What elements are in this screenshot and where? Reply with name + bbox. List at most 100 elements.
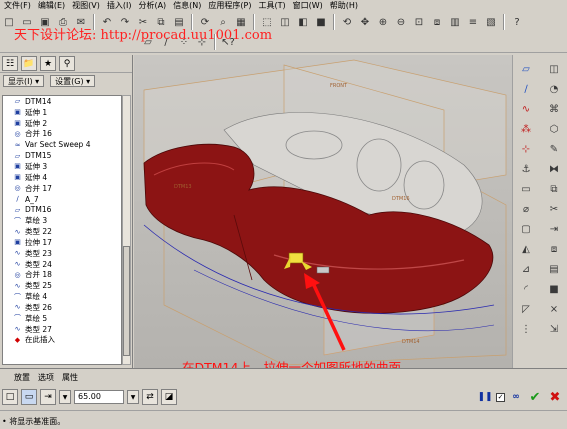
- project-tool-icon[interactable]: ⇲: [546, 321, 563, 337]
- sketch-curve-tool-icon[interactable]: ∿: [518, 101, 535, 117]
- tree-item[interactable]: ◎ 合并 17: [3, 183, 121, 194]
- tree-item[interactable]: ▣ 延伸 1: [3, 107, 121, 118]
- menu-view[interactable]: 视图(V): [70, 0, 105, 11]
- saved-views-icon[interactable]: ▥: [447, 14, 463, 30]
- chamfer-tool-icon[interactable]: ◸: [518, 301, 535, 317]
- context-help-icon[interactable]: ?: [509, 14, 525, 30]
- settings-menu-button[interactable]: 设置(G) ▾: [50, 75, 96, 87]
- menu-edit[interactable]: 编辑(E): [36, 0, 70, 11]
- pause-icon[interactable]: ❚❚: [477, 389, 492, 405]
- merge-tool-icon[interactable]: ⧉: [546, 181, 563, 197]
- tree-item[interactable]: ∿ 类型 26: [3, 302, 121, 313]
- extrude-tool-icon[interactable]: ◫: [546, 61, 563, 77]
- analysis-tool-icon[interactable]: ⚓: [518, 161, 535, 177]
- tab-options[interactable]: 选项: [38, 372, 54, 383]
- variable-sweep-tool-icon[interactable]: ⌘: [546, 101, 563, 117]
- zoom-in-icon[interactable]: ⊕: [375, 14, 391, 30]
- preview-checkbox[interactable]: ✓: [496, 392, 505, 402]
- no-hidden-icon[interactable]: ◧: [295, 14, 311, 30]
- tree-item[interactable]: ∿ 类型 23: [3, 248, 121, 259]
- tree-item[interactable]: ◆ 在此插入: [3, 335, 121, 346]
- tree-item[interactable]: ▣ 延伸 4: [3, 172, 121, 183]
- tree-item[interactable]: ▣ 延伸 3: [3, 161, 121, 172]
- model-tree-tab-icon[interactable]: ☷: [2, 56, 18, 71]
- tree-item[interactable]: ⌒ 草绘 4: [3, 291, 121, 302]
- depth-option-icon[interactable]: ⇥: [40, 389, 56, 405]
- tree-item[interactable]: ▣ 拉伸 17: [3, 237, 121, 248]
- menu-tools[interactable]: 工具(T): [257, 0, 291, 11]
- draft-tool-icon[interactable]: ⊿: [518, 261, 535, 277]
- tree-item[interactable]: ⌒ 草绘 5: [3, 313, 121, 324]
- hidden-line-icon[interactable]: ◫: [277, 14, 293, 30]
- shading-icon[interactable]: ■: [313, 14, 329, 30]
- remove-material-icon[interactable]: ◪: [161, 389, 177, 405]
- repaint-icon[interactable]: ⟲: [339, 14, 355, 30]
- tree-item[interactable]: ▱ DTM14: [3, 96, 121, 107]
- boundary-blend-tool-icon[interactable]: ⬡: [546, 121, 563, 137]
- tree-scrollbar-thumb[interactable]: [123, 246, 130, 356]
- depth-input[interactable]: 65.00: [74, 390, 124, 404]
- zoom-out-icon[interactable]: ⊖: [393, 14, 409, 30]
- tree-item[interactable]: ▱ DTM15: [3, 150, 121, 161]
- solid-extrude-icon[interactable]: □: [2, 389, 18, 405]
- tree-item[interactable]: ▱ DTM16: [3, 204, 121, 215]
- refit-icon[interactable]: ⊡: [411, 14, 427, 30]
- favorites-tab-icon[interactable]: ★: [40, 56, 56, 71]
- tree-scrollbar[interactable]: [122, 95, 131, 365]
- round-tool-icon[interactable]: ◜: [518, 281, 535, 297]
- depth-option-dropdown[interactable]: ▼: [59, 390, 71, 404]
- tree-item[interactable]: ▣ 延伸 2: [3, 118, 121, 129]
- pattern-tool-icon[interactable]: ⋮: [518, 321, 535, 337]
- tree-item[interactable]: ∕ A_7: [3, 194, 121, 205]
- show-menu-button[interactable]: 显示(I) ▾: [3, 75, 45, 87]
- model-tree[interactable]: ▱ DTM14 ▣ 延伸 1 ▣ 延伸 2 ◎ 合并 16 ≈ Var Sect Sweep 4 ▱…: [2, 95, 122, 365]
- sketch-tool-icon[interactable]: ▭: [518, 181, 535, 197]
- style-tool-icon[interactable]: ✎: [546, 141, 563, 157]
- mirror-tool-icon[interactable]: ⧓: [546, 161, 563, 177]
- reorient-icon[interactable]: ⧈: [429, 14, 445, 30]
- trim-tool-icon[interactable]: ✂: [546, 201, 563, 217]
- tree-item[interactable]: ∿ 类型 22: [3, 226, 121, 237]
- view-manager-icon[interactable]: ▧: [483, 14, 499, 30]
- folder-browser-tab-icon[interactable]: 📁: [21, 56, 37, 71]
- rib-tool-icon[interactable]: ◭: [518, 241, 535, 257]
- datum-axis-tool-icon[interactable]: ∕: [518, 81, 535, 97]
- menu-file[interactable]: 文件(F): [2, 0, 36, 11]
- extend-tool-icon[interactable]: ⇥: [546, 221, 563, 237]
- offset-tool-icon[interactable]: ⧈: [546, 241, 563, 257]
- revolve-tool-icon[interactable]: ◔: [546, 81, 563, 97]
- layers-icon[interactable]: ≡: [465, 14, 481, 30]
- datum-point-tool-icon[interactable]: ⁂: [518, 121, 535, 137]
- tree-item[interactable]: ≈ Var Sect Sweep 4: [3, 139, 121, 150]
- menu-info[interactable]: 信息(N): [171, 0, 206, 11]
- hole-tool-icon[interactable]: ⌀: [518, 201, 535, 217]
- surface-extrude-icon[interactable]: ▭: [21, 389, 37, 405]
- tree-item[interactable]: ∿ 类型 27: [3, 324, 121, 335]
- spin-center-icon[interactable]: ✥: [357, 14, 373, 30]
- menu-analysis[interactable]: 分析(A): [136, 0, 171, 11]
- tree-item[interactable]: ∿ 类型 24: [3, 259, 121, 270]
- menu-window[interactable]: 窗口(W): [291, 0, 328, 11]
- tree-item[interactable]: ∿ 类型 25: [3, 280, 121, 291]
- tab-properties[interactable]: 属性: [62, 372, 78, 383]
- thicken-tool-icon[interactable]: ▤: [546, 261, 563, 277]
- menu-applications[interactable]: 应用程序(P): [206, 0, 256, 11]
- menu-help[interactable]: 帮助(H): [328, 0, 363, 11]
- ok-check-icon[interactable]: ✔: [527, 389, 543, 405]
- tree-item[interactable]: ◎ 合并 16: [3, 129, 121, 140]
- flip-direction-icon[interactable]: ⇄: [142, 389, 158, 405]
- datum-plane-tool-icon[interactable]: ▱: [518, 61, 535, 77]
- verify-icon[interactable]: ∞: [509, 389, 523, 405]
- csys-tool-icon[interactable]: ⊹: [518, 141, 535, 157]
- shell-tool-icon[interactable]: ▢: [518, 221, 535, 237]
- connections-tab-icon[interactable]: ⚲: [59, 56, 75, 71]
- tree-item[interactable]: ⌒ 草绘 3: [3, 215, 121, 226]
- tab-placement[interactable]: 放置: [14, 372, 30, 383]
- tree-item[interactable]: ◎ 合并 18: [3, 270, 121, 281]
- cancel-x-icon[interactable]: ✖: [547, 389, 563, 405]
- graphics-window[interactable]: FRONT DTM13 DTM16 DTM14: [134, 55, 512, 368]
- menu-insert[interactable]: 插入(I): [105, 0, 137, 11]
- solidify-tool-icon[interactable]: ■: [546, 281, 563, 297]
- depth-value-dropdown[interactable]: ▼: [127, 390, 139, 404]
- intersect-tool-icon[interactable]: ⨯: [546, 301, 563, 317]
